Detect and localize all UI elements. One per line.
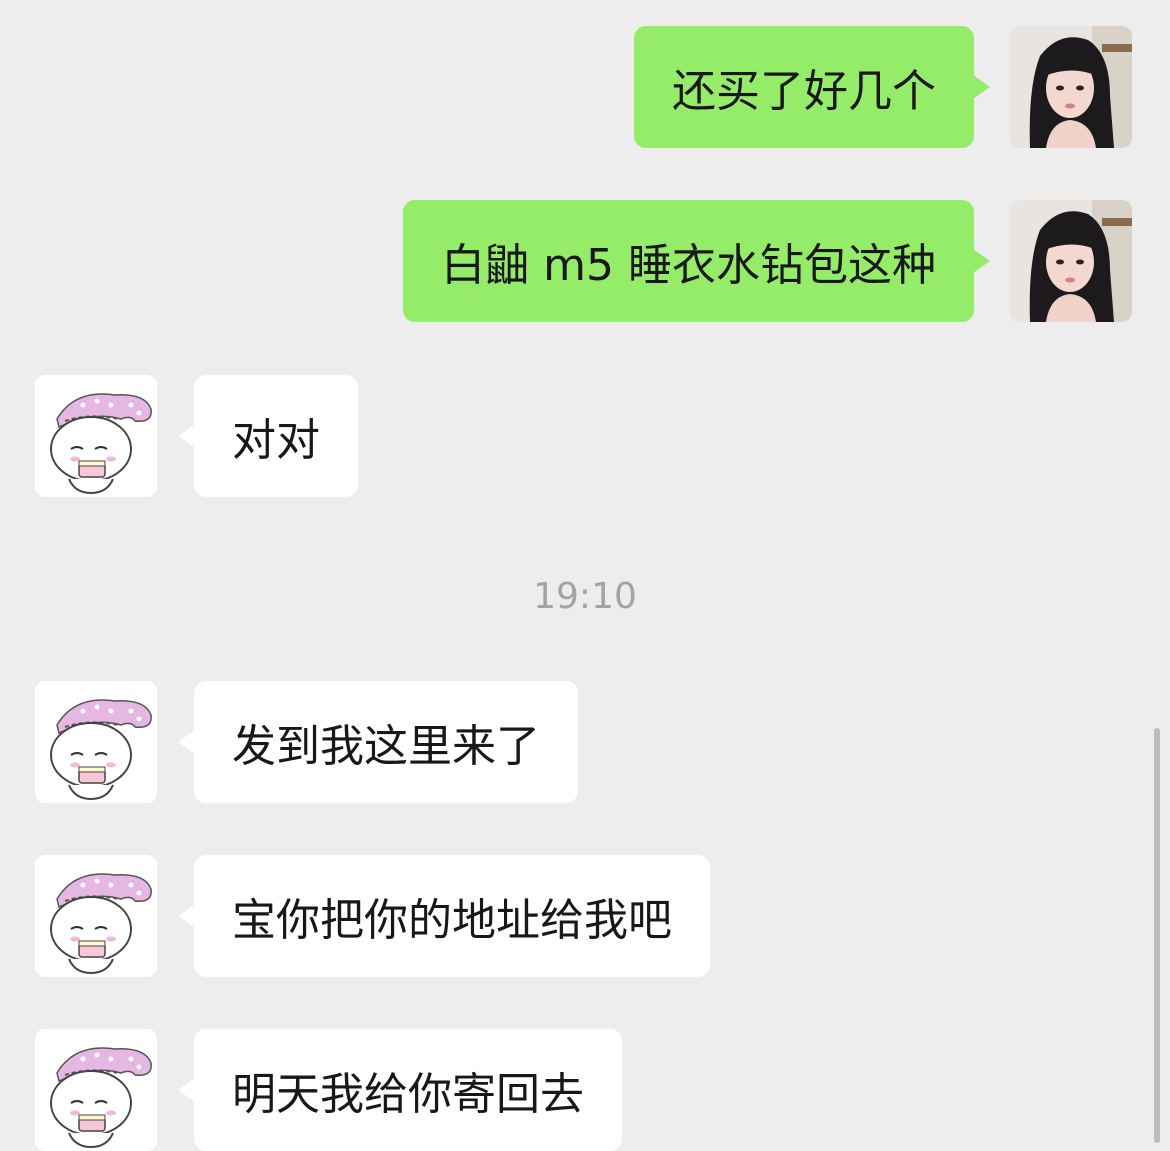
message-bubble-received[interactable]: 明天我给你寄回去 bbox=[178, 1029, 622, 1151]
message-text: 发到我这里来了 bbox=[232, 721, 540, 772]
bubble-tail bbox=[178, 904, 195, 928]
bubble-tail bbox=[178, 424, 195, 448]
bubble-tail bbox=[973, 249, 990, 273]
scrollbar[interactable] bbox=[1154, 728, 1160, 1143]
pink-bunny-cartoon-avatar-icon bbox=[35, 375, 157, 497]
message-bubble-received[interactable]: 对对 bbox=[178, 375, 358, 497]
sender-avatar[interactable] bbox=[1010, 200, 1132, 322]
message-bubble-received[interactable]: 宝你把你的地址给我吧 bbox=[178, 855, 710, 977]
girl-photo-avatar-icon bbox=[1010, 26, 1132, 148]
pink-bunny-cartoon-avatar-icon bbox=[35, 681, 157, 803]
message-text: 还买了好几个 bbox=[672, 66, 936, 117]
contact-avatar[interactable] bbox=[35, 1029, 157, 1151]
message-bubble-sent[interactable]: 白鼬 m5 睡衣水钻包这种 bbox=[403, 200, 990, 322]
chat-timestamp: 19:10 bbox=[533, 576, 637, 617]
contact-avatar[interactable] bbox=[35, 681, 157, 803]
sender-avatar[interactable] bbox=[1010, 26, 1132, 148]
bubble-tail bbox=[178, 730, 195, 754]
message-text: 明天我给你寄回去 bbox=[232, 1069, 584, 1120]
message-text: 白鼬 m5 睡衣水钻包这种 bbox=[441, 240, 936, 291]
bubble-tail bbox=[178, 1078, 195, 1102]
message-text: 对对 bbox=[232, 415, 320, 466]
pink-bunny-cartoon-avatar-icon bbox=[35, 1029, 157, 1151]
girl-photo-avatar-icon bbox=[1010, 200, 1132, 322]
message-text: 宝你把你的地址给我吧 bbox=[232, 895, 672, 946]
bubble-tail bbox=[973, 75, 990, 99]
message-bubble-sent[interactable]: 还买了好几个 bbox=[634, 26, 990, 148]
contact-avatar[interactable] bbox=[35, 855, 157, 977]
pink-bunny-cartoon-avatar-icon bbox=[35, 855, 157, 977]
message-bubble-received[interactable]: 发到我这里来了 bbox=[178, 681, 578, 803]
contact-avatar[interactable] bbox=[35, 375, 157, 497]
